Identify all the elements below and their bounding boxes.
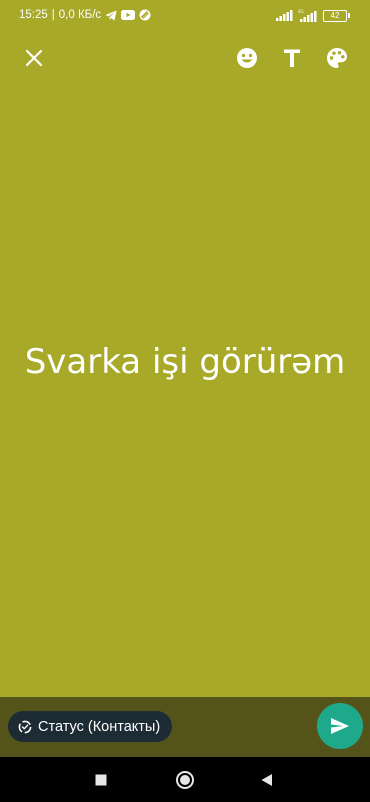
text-button[interactable] <box>274 40 310 76</box>
clock: 15:25 <box>19 9 48 21</box>
audience-selector[interactable]: Статус (Контакты) <box>8 711 173 742</box>
close-button[interactable] <box>16 40 52 76</box>
emoji-icon <box>237 48 257 68</box>
audience-label: Статус (Контакты) <box>38 718 161 735</box>
palette-icon <box>327 48 347 68</box>
telegram-icon <box>105 10 117 21</box>
status-bar-right: 4G 42 <box>276 9 350 22</box>
youtube-icon <box>121 10 136 20</box>
recents-button[interactable] <box>88 767 114 793</box>
signal-icon: 4G <box>298 9 318 22</box>
battery-tip <box>348 13 350 18</box>
circle-icon <box>176 771 194 789</box>
vpn-icon <box>139 9 151 21</box>
status-separator: | <box>51 9 55 21</box>
status-editor-screen: 15:25 | 0,0 КБ/с 4G 42 Svarka işi görürə… <box>0 0 370 802</box>
battery-level: 42 <box>323 9 347 22</box>
close-icon <box>25 49 43 67</box>
network-speed: 0,0 КБ/с <box>58 9 102 21</box>
home-button[interactable] <box>172 767 198 793</box>
palette-button[interactable] <box>319 40 355 76</box>
text-icon <box>284 49 300 67</box>
triangle-back-icon <box>261 774 272 786</box>
navigation-bar <box>0 757 370 802</box>
status-ring-icon <box>18 720 32 733</box>
bottom-bar: Статус (Контакты) <box>0 697 370 757</box>
send-icon <box>331 718 349 734</box>
emoji-button[interactable] <box>229 40 265 76</box>
square-icon <box>95 774 107 786</box>
battery-indicator: 42 <box>323 9 350 22</box>
svg-text:4G: 4G <box>298 9 304 14</box>
status-text[interactable]: Svarka işi görürəm <box>0 342 370 382</box>
status-bar-left: 15:25 | 0,0 КБ/с <box>19 9 151 21</box>
signal-icon <box>276 10 293 21</box>
system-status-bar: 15:25 | 0,0 КБ/с 4G 42 <box>0 0 370 32</box>
send-button[interactable] <box>317 703 363 749</box>
back-button[interactable] <box>254 767 280 793</box>
